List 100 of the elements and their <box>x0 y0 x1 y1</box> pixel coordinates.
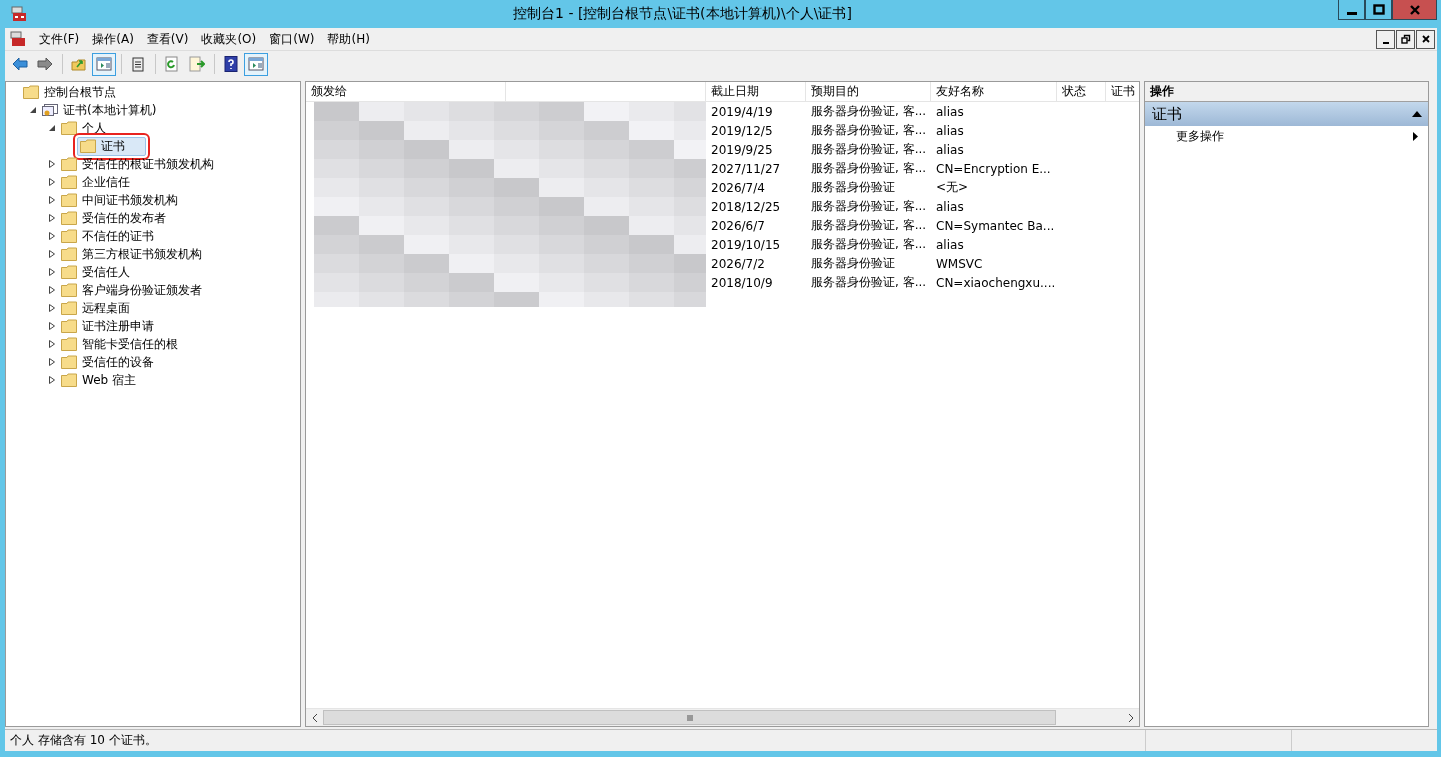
tree-item[interactable]: 企业信任 <box>58 172 134 192</box>
column-header[interactable]: 截止日期 <box>706 82 806 101</box>
expand-arrow-icon[interactable] <box>47 376 56 384</box>
collapse-arrow-icon[interactable] <box>47 124 56 132</box>
table-cell-text: alias <box>935 104 965 119</box>
folder-icon <box>61 373 77 387</box>
folder-icon <box>61 211 77 225</box>
menu-item[interactable]: 文件(F) <box>34 30 88 48</box>
table-cell-text: 服务器身份验证, 客... <box>810 198 928 215</box>
table-cell-text: alias <box>935 142 965 157</box>
folder-icon <box>61 193 77 207</box>
table-cell-text: alias <box>935 237 965 252</box>
table-cell-text: 服务器身份验证, 客... <box>810 122 928 139</box>
table-cell-text: 服务器身份验证, 客... <box>810 141 928 158</box>
back-arrow-icon <box>12 56 28 72</box>
table-cell-text: 服务器身份验证, 客... <box>810 160 928 177</box>
minimize-button[interactable] <box>1338 0 1365 20</box>
table-cell-text: CN=xiaochengxu.... <box>935 275 1057 290</box>
tree-item[interactable]: 远程桌面 <box>58 298 134 318</box>
tree-item[interactable]: 智能卡受信任的根 <box>58 334 182 354</box>
expand-arrow-icon[interactable] <box>47 196 56 204</box>
folder-icon <box>61 229 77 243</box>
expand-arrow-icon[interactable] <box>47 358 56 366</box>
table-cell-text: CN=Encryption E... <box>935 161 1052 176</box>
menu-item[interactable]: 收藏夹(O) <box>196 30 265 48</box>
menu-item[interactable]: 操作(A) <box>87 30 142 48</box>
folder-icon <box>61 337 77 351</box>
tree-item[interactable]: 受信任的发布者 <box>58 208 170 228</box>
scroll-left-button[interactable] <box>306 709 323 726</box>
close-icon <box>1420 34 1431 44</box>
expand-arrow-icon[interactable] <box>47 268 56 276</box>
folder-icon <box>61 247 77 261</box>
chevron-right-icon <box>1126 713 1135 722</box>
table-cell-text: 服务器身份验证 <box>810 255 896 272</box>
expand-arrow-icon[interactable] <box>47 322 56 330</box>
expand-arrow-icon[interactable] <box>47 232 56 240</box>
tree-item[interactable]: 个人 <box>58 118 110 138</box>
tree-item[interactable]: 证书注册申请 <box>58 316 158 336</box>
table-cell-text: 服务器身份验证 <box>810 179 896 196</box>
chevron-left-icon <box>310 713 319 722</box>
tree-item[interactable]: 中间证书颁发机构 <box>58 190 182 210</box>
maximize-button[interactable] <box>1365 0 1392 20</box>
tree-button[interactable] <box>92 52 116 76</box>
scroll-right-button[interactable] <box>1122 709 1139 726</box>
minimize-icon <box>1382 42 1389 44</box>
folder-icon <box>61 301 77 315</box>
refresh-icon <box>164 56 180 72</box>
folder-icon <box>61 157 77 171</box>
table-cell-text: 2027/11/27 <box>710 161 782 176</box>
column-header[interactable]: 状态 <box>1057 82 1106 101</box>
action-item[interactable]: 更多操作 <box>1145 126 1428 146</box>
column-header[interactable]: 颁发给 <box>306 82 506 101</box>
tree-item[interactable]: 客户端身份验证颁发者 <box>58 280 206 300</box>
collapse-arrow-icon[interactable] <box>28 106 37 114</box>
folder-icon <box>61 175 77 189</box>
tree-item[interactable]: Web 宿主 <box>58 370 140 390</box>
minimize-icon <box>1346 11 1357 15</box>
tree-item[interactable]: 第三方根证书颁发机构 <box>58 244 206 264</box>
table-cell-text: 2019/12/5 <box>710 123 774 138</box>
expand-arrow-icon[interactable] <box>47 250 56 258</box>
folder-icon <box>61 283 77 297</box>
pane-header: 操作 <box>1145 82 1428 102</box>
restore-button[interactable] <box>1396 29 1415 49</box>
table-cell-text: 2026/7/2 <box>710 256 766 271</box>
column-header[interactable]: 证书 <box>1106 82 1139 101</box>
tree-item[interactable]: 证书(本地计算机) <box>39 100 161 120</box>
folder-up-icon <box>71 56 87 72</box>
menu-item[interactable]: 帮助(H) <box>322 30 378 48</box>
folder-icon <box>80 139 96 153</box>
expand-arrow-icon[interactable] <box>47 214 56 222</box>
tree-item[interactable]: 不信任的证书 <box>58 226 158 246</box>
table-cell-text: alias <box>935 123 965 138</box>
table-cell-text: 2019/9/25 <box>710 142 774 157</box>
expand-arrow-icon[interactable] <box>47 304 56 312</box>
tree-item[interactable]: 受信任的设备 <box>58 352 158 372</box>
tree-item[interactable]: 受信任人 <box>58 262 134 282</box>
clipboard-icon <box>130 56 146 72</box>
minimize-button[interactable] <box>1376 29 1395 49</box>
tree-item[interactable]: 受信任的根证书颁发机构 <box>58 154 218 174</box>
expand-arrow-icon[interactable] <box>47 178 56 186</box>
window-title: 控制台1 - [控制台根节点\证书(本地计算机)\个人\证书] <box>512 5 853 23</box>
expand-arrow-icon[interactable] <box>47 160 56 168</box>
menu-item[interactable]: 查看(V) <box>141 30 197 48</box>
close-icon <box>1408 3 1421 16</box>
table-cell-text: 服务器身份验证, 客... <box>810 103 928 120</box>
folder-icon <box>61 121 77 135</box>
app-icon <box>11 6 27 22</box>
scroll-thumb[interactable] <box>323 710 1056 725</box>
expand-arrow-icon[interactable] <box>47 286 56 294</box>
close-button[interactable] <box>1416 29 1435 49</box>
column-header[interactable]: 预期目的 <box>806 82 931 101</box>
expand-arrow-icon[interactable] <box>47 340 56 348</box>
column-header[interactable]: 友好名称 <box>931 82 1057 101</box>
action-group-header[interactable]: 证书 <box>1145 102 1428 126</box>
table-cell-text: 2018/10/9 <box>710 275 774 290</box>
maximize-icon <box>1372 3 1385 16</box>
table-cell-text: 2019/10/15 <box>710 237 782 252</box>
table-cell-text: 2026/7/4 <box>710 180 766 195</box>
menu-item[interactable]: 窗口(W) <box>264 30 323 48</box>
tree-item[interactable]: 控制台根节点 <box>20 82 120 102</box>
